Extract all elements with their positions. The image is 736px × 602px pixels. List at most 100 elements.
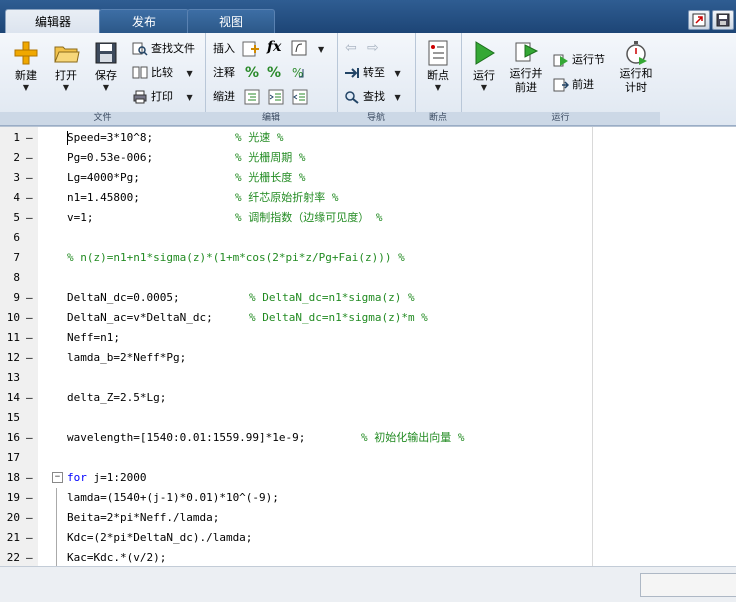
code-text: DeltaN_dc=0.0005; bbox=[67, 291, 180, 304]
executable-line-marker[interactable]: – bbox=[26, 208, 33, 228]
code-line[interactable]: 14– delta_Z=2.5*Lg; bbox=[0, 388, 592, 408]
executable-line-marker[interactable]: – bbox=[26, 488, 33, 508]
code-line[interactable]: 7 % n(z)=n1+n1*sigma(z)*(1+m*cos(2*pi*z/P… bbox=[0, 248, 592, 268]
executable-line-marker[interactable]: – bbox=[26, 148, 33, 168]
fx-icon[interactable]: fx bbox=[267, 39, 281, 55]
code-line[interactable]: 9– DeltaN_dc=0.0005; % DeltaN_dc=n1*sigma(… bbox=[0, 288, 592, 308]
line-number: 9 bbox=[13, 291, 20, 304]
print-label: 打印 bbox=[151, 90, 173, 103]
code-text: lamda=(1540+(j-1)*0.01)*10^(-9); bbox=[67, 491, 279, 504]
back-arrow-icon[interactable]: ⇦ bbox=[345, 40, 357, 56]
new-button[interactable]: 新建 ▼ bbox=[6, 39, 46, 92]
new-icon bbox=[14, 41, 38, 65]
line-number: 21 bbox=[6, 531, 20, 544]
fold-collapse-icon[interactable]: − bbox=[52, 472, 63, 483]
comment-button[interactable]: 注释 bbox=[213, 63, 235, 83]
save-button[interactable]: 保存 ▼ bbox=[86, 39, 126, 92]
new-label: 新建 bbox=[15, 69, 37, 82]
code-line[interactable]: 3– Lg=4000*Pg; % 光栅长度 % bbox=[0, 168, 592, 188]
code-line[interactable]: 5– v=1; % 调制指数（边缘可见度） % bbox=[0, 208, 592, 228]
breakpoints-icon bbox=[428, 40, 448, 66]
executable-line-marker[interactable]: – bbox=[26, 128, 33, 148]
right-text-limit-line bbox=[592, 127, 593, 567]
insert-section-icon[interactable] bbox=[242, 41, 260, 57]
executable-line-marker[interactable]: – bbox=[26, 548, 33, 568]
executable-line-marker[interactable]: – bbox=[26, 328, 33, 348]
code-line[interactable]: 17 bbox=[0, 448, 592, 468]
compare-button[interactable]: 比较 ▼ bbox=[132, 63, 193, 83]
code-line[interactable]: 2– Pg=0.53e-006; % 光栅周期 % bbox=[0, 148, 592, 168]
code-text: v=1; bbox=[67, 211, 94, 224]
executable-line-marker[interactable]: – bbox=[26, 508, 33, 528]
dock-icon[interactable] bbox=[688, 10, 710, 30]
code-text: Beita=2*pi*Neff./lamda; bbox=[67, 511, 220, 524]
code-line[interactable]: 10– DeltaN_ac=v*DeltaN_dc; % DeltaN_dc=n1*… bbox=[0, 308, 592, 328]
folder-open-icon bbox=[54, 46, 80, 63]
line-number: 3 bbox=[13, 171, 20, 184]
tab-editor[interactable]: 编辑器 bbox=[5, 9, 101, 35]
code-text: Kdc=(2*pi*DeltaN_dc)./lamda; bbox=[67, 531, 253, 544]
code-comment: % 光栅周期 % bbox=[235, 151, 306, 164]
chevron-down-icon: ▼ bbox=[434, 83, 442, 92]
code-line[interactable]: 18– − for j=1:2000 bbox=[0, 468, 592, 568]
function-icon[interactable] bbox=[291, 40, 309, 56]
executable-line-marker[interactable]: – bbox=[26, 288, 33, 308]
chevron-down-icon: ▼ bbox=[186, 69, 193, 78]
code-line[interactable]: 11– Neff=n1; bbox=[0, 328, 592, 348]
executable-line-marker[interactable]: – bbox=[26, 308, 33, 328]
code-line[interactable]: 12– lamda_b=2*Neff*Pg; bbox=[0, 348, 592, 368]
code-line[interactable]: 22– Kac=Kdc.*(v/2); bbox=[0, 548, 592, 568]
executable-line-marker[interactable]: – bbox=[26, 168, 33, 188]
executable-line-marker[interactable]: – bbox=[26, 468, 33, 488]
advance-button[interactable]: 前进 bbox=[553, 75, 594, 95]
code-line[interactable]: 20– Beita=2*pi*Neff./lamda; bbox=[0, 508, 592, 528]
increase-indent-icon[interactable] bbox=[268, 89, 284, 105]
insert-button[interactable]: 插入 bbox=[213, 39, 235, 59]
code-line[interactable]: 15 bbox=[0, 408, 592, 428]
line-number: 8 bbox=[13, 271, 20, 284]
find-button[interactable]: 查找 ▼ bbox=[344, 87, 401, 107]
code-line[interactable]: 21– Kdc=(2*pi*DeltaN_dc)./lamda; bbox=[0, 528, 592, 548]
find-files-button[interactable]: 查找文件 bbox=[132, 39, 195, 59]
forward-arrow-icon[interactable]: ⇨ bbox=[367, 40, 379, 56]
breakpoints-label: 断点 bbox=[427, 69, 449, 82]
run-button[interactable]: 运行 ▼ bbox=[465, 39, 503, 92]
chevron-down-icon[interactable]: ▼ bbox=[318, 45, 324, 54]
uncomment-percent-icon[interactable]: % bbox=[267, 65, 281, 81]
indent-button[interactable]: 缩进 bbox=[213, 87, 235, 107]
line-number: 5 bbox=[13, 211, 20, 224]
run-and-time-button[interactable]: 运行和 计时 bbox=[615, 39, 657, 95]
code-line[interactable]: 6 bbox=[0, 228, 592, 248]
smart-indent-icon[interactable] bbox=[244, 89, 260, 105]
run-time-label: 运行和 计时 bbox=[619, 67, 653, 94]
tab-view[interactable]: 视图 bbox=[187, 9, 275, 34]
file-group-label: 文件 bbox=[0, 112, 205, 125]
executable-line-marker[interactable]: – bbox=[26, 188, 33, 208]
executable-line-marker[interactable]: – bbox=[26, 388, 33, 408]
code-line[interactable]: 19– lamda=(1540+(j-1)*0.01)*10^(-9); bbox=[0, 488, 592, 508]
code-line[interactable]: 8 bbox=[0, 268, 592, 288]
code-line[interactable]: 4– n1=1.45800; % 纤芯原始折射率 % bbox=[0, 188, 592, 208]
wrap-comments-icon[interactable]: % bbox=[291, 65, 309, 81]
tab-publish[interactable]: 发布 bbox=[99, 9, 189, 34]
breakpoints-button[interactable]: 断点 ▼ bbox=[419, 39, 457, 92]
code-line[interactable]: 1– Speed=3*10^8; % 光速 % bbox=[0, 128, 592, 148]
comment-percent-icon[interactable]: % bbox=[245, 65, 259, 81]
goto-button[interactable]: 转至 ▼ bbox=[344, 63, 401, 83]
save-quick-icon[interactable] bbox=[712, 10, 734, 30]
executable-line-marker[interactable]: – bbox=[26, 428, 33, 448]
executable-line-marker[interactable]: – bbox=[26, 348, 33, 368]
executable-line-marker[interactable]: – bbox=[26, 528, 33, 548]
code-line[interactable]: 13 bbox=[0, 368, 592, 388]
code-line[interactable]: 16– wavelength=[1540:0.01:1559.99]*1e-9;%… bbox=[0, 428, 592, 448]
code-editor[interactable]: 1– Speed=3*10^8;% 光速 % 2– Pg=0.53e-006;% 光栅… bbox=[0, 126, 736, 568]
code-text: for j=1:2000 bbox=[67, 471, 147, 484]
run-group: 运行 ▼ 运行并 前进 运行节 前进 运行和 计时 运行 bbox=[461, 33, 660, 125]
run-and-advance-button[interactable]: 运行并 前进 bbox=[505, 39, 547, 95]
code-comment: % 光速 % bbox=[235, 131, 284, 144]
open-button[interactable]: 打开 ▼ bbox=[46, 39, 86, 92]
decrease-indent-icon[interactable] bbox=[292, 89, 308, 105]
chevron-down-icon: ▼ bbox=[186, 93, 193, 102]
run-section-button[interactable]: 运行节 bbox=[553, 50, 605, 70]
print-button[interactable]: 打印 ▼ bbox=[132, 87, 193, 107]
